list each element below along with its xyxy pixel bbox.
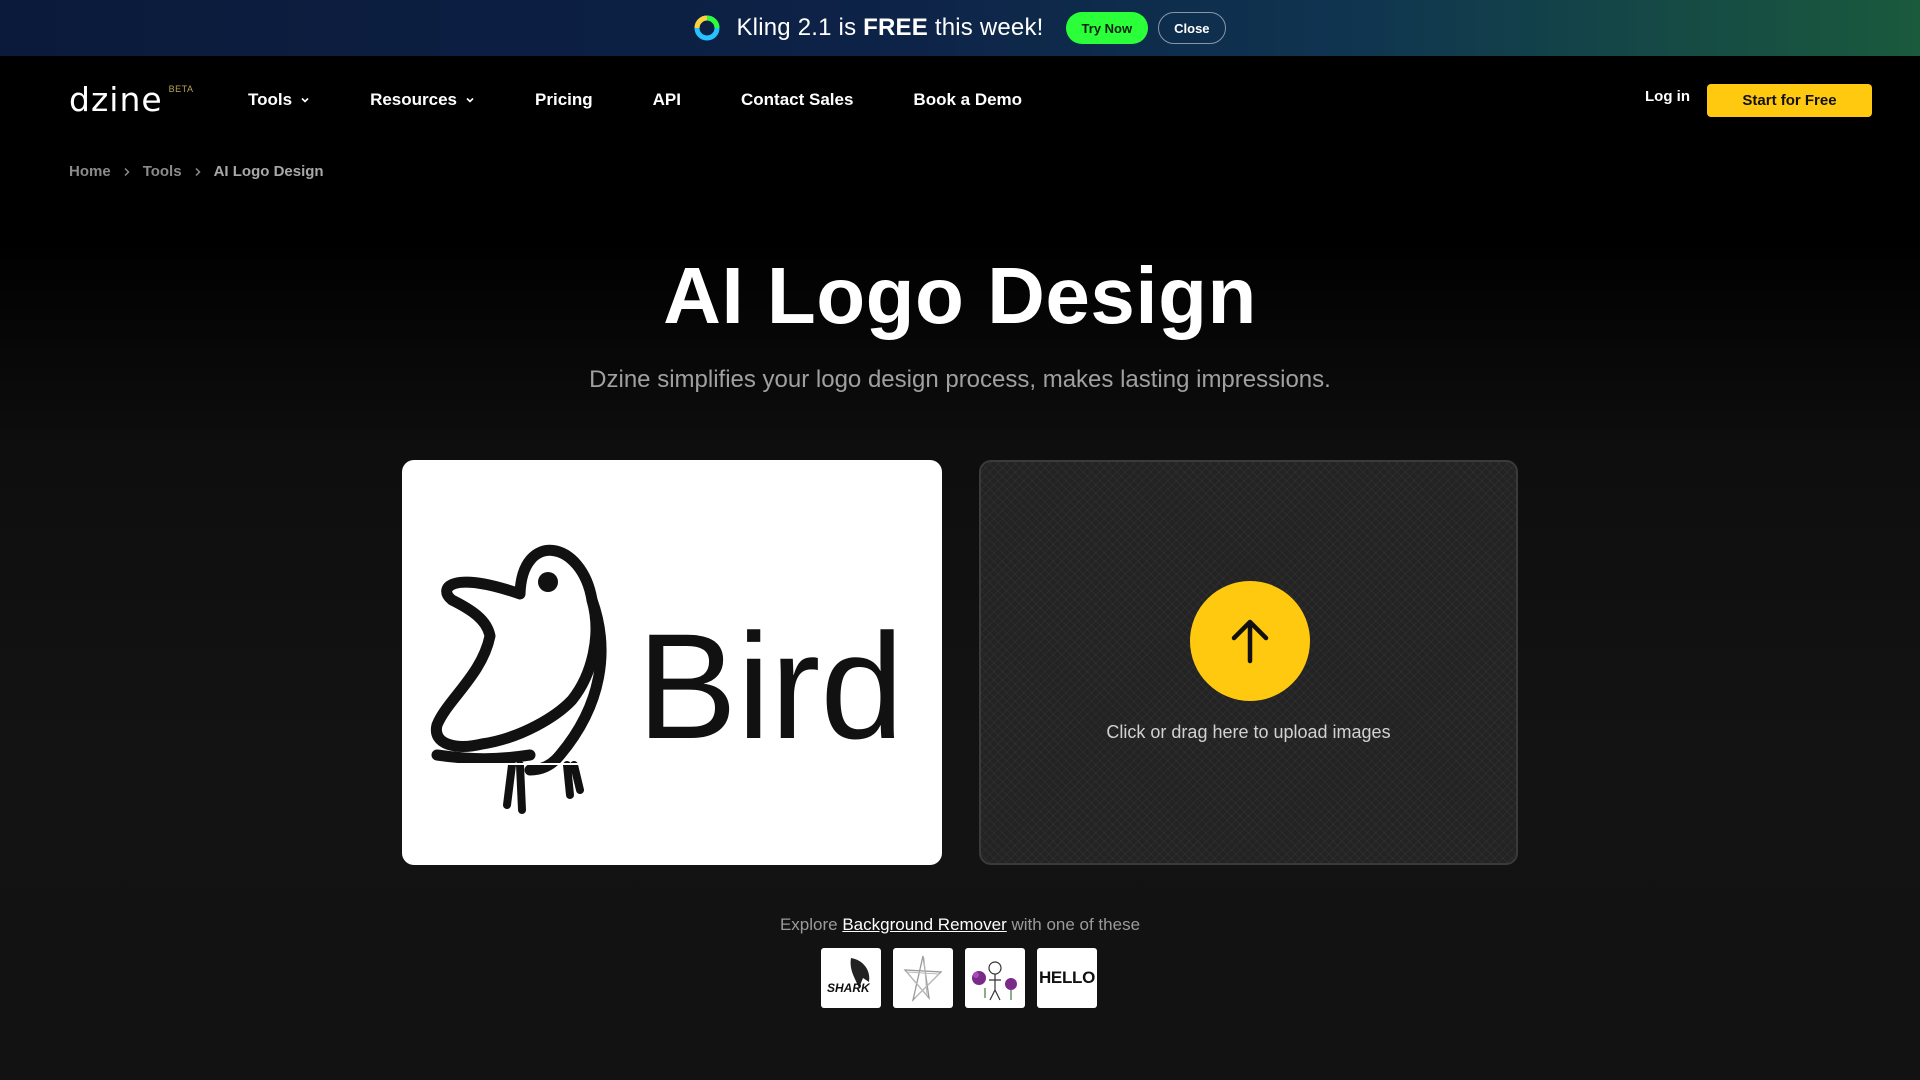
chevron-down-icon xyxy=(301,97,309,103)
upload-dropzone[interactable]: Click or drag here to upload images xyxy=(979,460,1518,865)
page-title: AI Logo Design xyxy=(663,251,1257,340)
nav-links: Tools Resources Pricing API Contact Sale… xyxy=(248,56,1082,144)
breadcrumb-tools[interactable]: Tools xyxy=(143,163,182,180)
upload-button[interactable] xyxy=(1190,581,1310,701)
nav-item-api[interactable]: API xyxy=(653,90,681,110)
example-thumb-flowers[interactable] xyxy=(965,948,1025,1008)
explore-text: Explore Background Remover with one of t… xyxy=(0,915,1920,935)
sample-image-card[interactable]: Bird xyxy=(402,460,942,865)
bird-logo-image: Bird xyxy=(402,545,942,814)
nav-item-pricing[interactable]: Pricing xyxy=(535,90,593,110)
example-thumb-star[interactable] xyxy=(893,948,953,1008)
example-thumb-hello[interactable]: HELLO xyxy=(1037,948,1097,1008)
page-subtitle: Dzine simplifies your logo design proces… xyxy=(589,366,1331,393)
nav-item-label: Resources xyxy=(370,90,458,109)
start-for-free-button[interactable]: Start for Free xyxy=(1707,84,1872,117)
hello-label: HELLO xyxy=(1038,968,1096,987)
breadcrumb-home[interactable]: Home xyxy=(69,163,111,180)
star-sketch-icon xyxy=(903,955,943,1003)
shark-label: SHARK xyxy=(827,981,871,995)
nav-item-book-demo[interactable]: Book a Demo xyxy=(913,90,1022,110)
login-link[interactable]: Log in xyxy=(1645,88,1690,105)
beta-badge: BETA xyxy=(168,84,194,94)
try-now-button[interactable]: Try Now xyxy=(1065,12,1149,44)
breadcrumb: Home Tools AI Logo Design xyxy=(69,163,324,180)
upload-label: Click or drag here to upload images xyxy=(1106,722,1391,742)
background-remover-link[interactable]: Background Remover xyxy=(842,915,1006,934)
chevron-right-icon xyxy=(195,167,201,176)
breadcrumb-current: AI Logo Design xyxy=(213,163,324,180)
nav-item-label: Tools xyxy=(248,90,293,109)
nav-item-tools[interactable]: Tools xyxy=(248,90,310,110)
example-thumb-shark[interactable]: SHARK xyxy=(821,948,881,1008)
nav-item-resources[interactable]: Resources xyxy=(370,90,475,110)
explore-prefix: Explore xyxy=(779,915,843,934)
arrow-up-icon xyxy=(1231,619,1269,664)
nav-item-contact-sales[interactable]: Contact Sales xyxy=(741,90,853,110)
promo-banner: Kling 2.1 is FREE this week! Try Now Clo… xyxy=(0,0,1920,56)
example-thumbnails: SHARK HELLO xyxy=(821,948,1097,1008)
shark-logo-icon: SHARK xyxy=(827,958,871,995)
brand-logo[interactable]: dzine BETA xyxy=(69,80,194,119)
promo-text: Kling 2.1 is FREE this week! xyxy=(736,14,1044,41)
close-banner-button[interactable]: Close xyxy=(1158,12,1226,44)
brand-name: dzine xyxy=(69,80,163,119)
flowers-figure-icon xyxy=(972,961,1017,1001)
explore-suffix: with one of these xyxy=(1006,915,1141,934)
top-nav: dzine BETA Tools Resources Pricing API C… xyxy=(0,56,1920,144)
kling-logo-icon xyxy=(694,15,720,41)
chevron-down-icon xyxy=(466,97,474,103)
logo-wordmark: Bird xyxy=(637,602,904,770)
chevron-right-icon xyxy=(124,167,130,176)
